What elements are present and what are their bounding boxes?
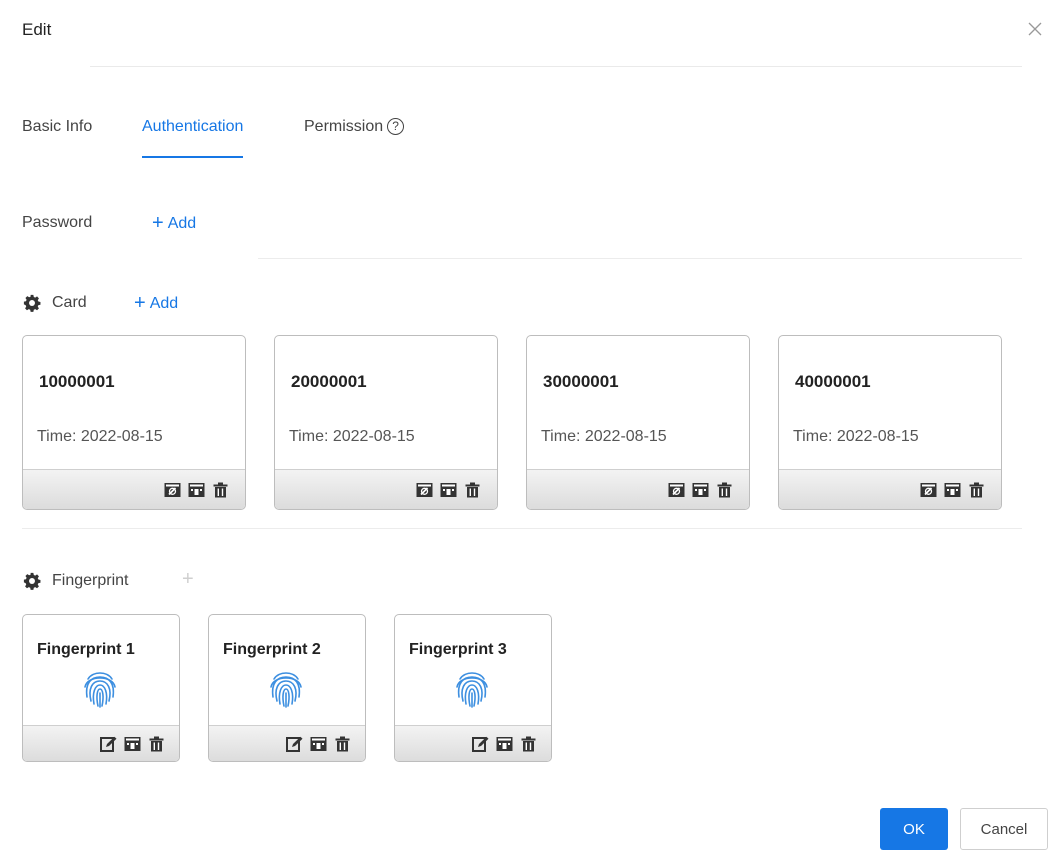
plus-icon: +: [152, 212, 164, 234]
duress-card-icon[interactable]: [440, 482, 457, 498]
duress-icon[interactable]: [124, 736, 141, 752]
card-item: 20000001 Time: 2022-08-15: [274, 335, 498, 510]
card-section-label: Card: [52, 294, 87, 311]
edit-icon[interactable]: [100, 736, 117, 752]
card-time: Time: 2022-08-15: [289, 428, 415, 445]
close-icon[interactable]: [1024, 18, 1046, 40]
duress-icon[interactable]: [310, 736, 327, 752]
delete-icon[interactable]: [212, 482, 229, 498]
card-time: Time: 2022-08-15: [793, 428, 919, 445]
plus-icon: +: [134, 292, 146, 314]
password-add-button[interactable]: + Add: [152, 212, 196, 235]
card-time: Time: 2022-08-15: [37, 428, 163, 445]
card-number: 10000001: [39, 372, 115, 391]
edit-icon[interactable]: [472, 736, 489, 752]
gear-icon[interactable]: [23, 572, 41, 590]
tab-authentication[interactable]: Authentication: [142, 118, 244, 158]
delete-icon[interactable]: [968, 482, 985, 498]
card-add-button[interactable]: + Add: [134, 292, 178, 315]
card-item: 10000001 Time: 2022-08-15: [22, 335, 246, 510]
duress-card-icon[interactable]: [188, 482, 205, 498]
card-action-bar: [527, 469, 749, 509]
edit-icon[interactable]: [286, 736, 303, 752]
card-time: Time: 2022-08-15: [541, 428, 667, 445]
fingerprint-icon: [79, 667, 121, 709]
card-action-bar: [23, 469, 245, 509]
delete-icon[interactable]: [520, 736, 537, 752]
card-number: 40000001: [795, 372, 871, 391]
ok-button[interactable]: OK: [880, 808, 948, 850]
duress-card-icon[interactable]: [944, 482, 961, 498]
fingerprint-title: Fingerprint 2: [223, 641, 321, 658]
report-lost-icon[interactable]: [668, 482, 685, 498]
tab-permission[interactable]: Permission?: [304, 118, 405, 158]
fingerprint-icon: [265, 667, 307, 709]
fingerprint-title: Fingerprint 1: [37, 641, 135, 658]
question-circle-icon[interactable]: ?: [387, 118, 405, 135]
report-lost-icon[interactable]: [920, 482, 937, 498]
fingerprint-add-button[interactable]: +: [182, 568, 198, 591]
card-action-bar: [779, 469, 1001, 509]
fingerprint-icon: [451, 667, 493, 709]
password-label: Password: [22, 214, 93, 231]
report-lost-icon[interactable]: [416, 482, 433, 498]
duress-icon[interactable]: [496, 736, 513, 752]
delete-icon[interactable]: [334, 736, 351, 752]
dialog-title: Edit: [22, 20, 52, 39]
tab-basic-info[interactable]: Basic Info: [22, 118, 92, 158]
card-number: 20000001: [291, 372, 367, 391]
fingerprint-item: Fingerprint 1: [22, 614, 180, 762]
card-divider: [22, 528, 1022, 529]
cancel-button[interactable]: Cancel: [960, 808, 1048, 850]
card-action-bar: [275, 469, 497, 509]
card-item: 40000001 Time: 2022-08-15: [778, 335, 1002, 510]
report-lost-icon[interactable]: [164, 482, 181, 498]
card-item: 30000001 Time: 2022-08-15: [526, 335, 750, 510]
fingerprint-action-bar: [209, 725, 365, 761]
title-divider: [90, 66, 1022, 67]
edit-dialog: Edit Basic Info Authentication Permissio…: [0, 0, 1060, 856]
delete-icon[interactable]: [148, 736, 165, 752]
fingerprint-item: Fingerprint 3: [394, 614, 552, 762]
password-divider: [258, 258, 1022, 259]
fingerprint-action-bar: [395, 725, 551, 761]
delete-icon[interactable]: [716, 482, 733, 498]
card-number: 30000001: [543, 372, 619, 391]
duress-card-icon[interactable]: [692, 482, 709, 498]
fingerprint-item: Fingerprint 2: [208, 614, 366, 762]
fingerprint-section-label: Fingerprint: [52, 572, 129, 589]
fingerprint-action-bar: [23, 725, 179, 761]
fingerprint-title: Fingerprint 3: [409, 641, 507, 658]
gear-icon[interactable]: [23, 294, 41, 312]
delete-icon[interactable]: [464, 482, 481, 498]
